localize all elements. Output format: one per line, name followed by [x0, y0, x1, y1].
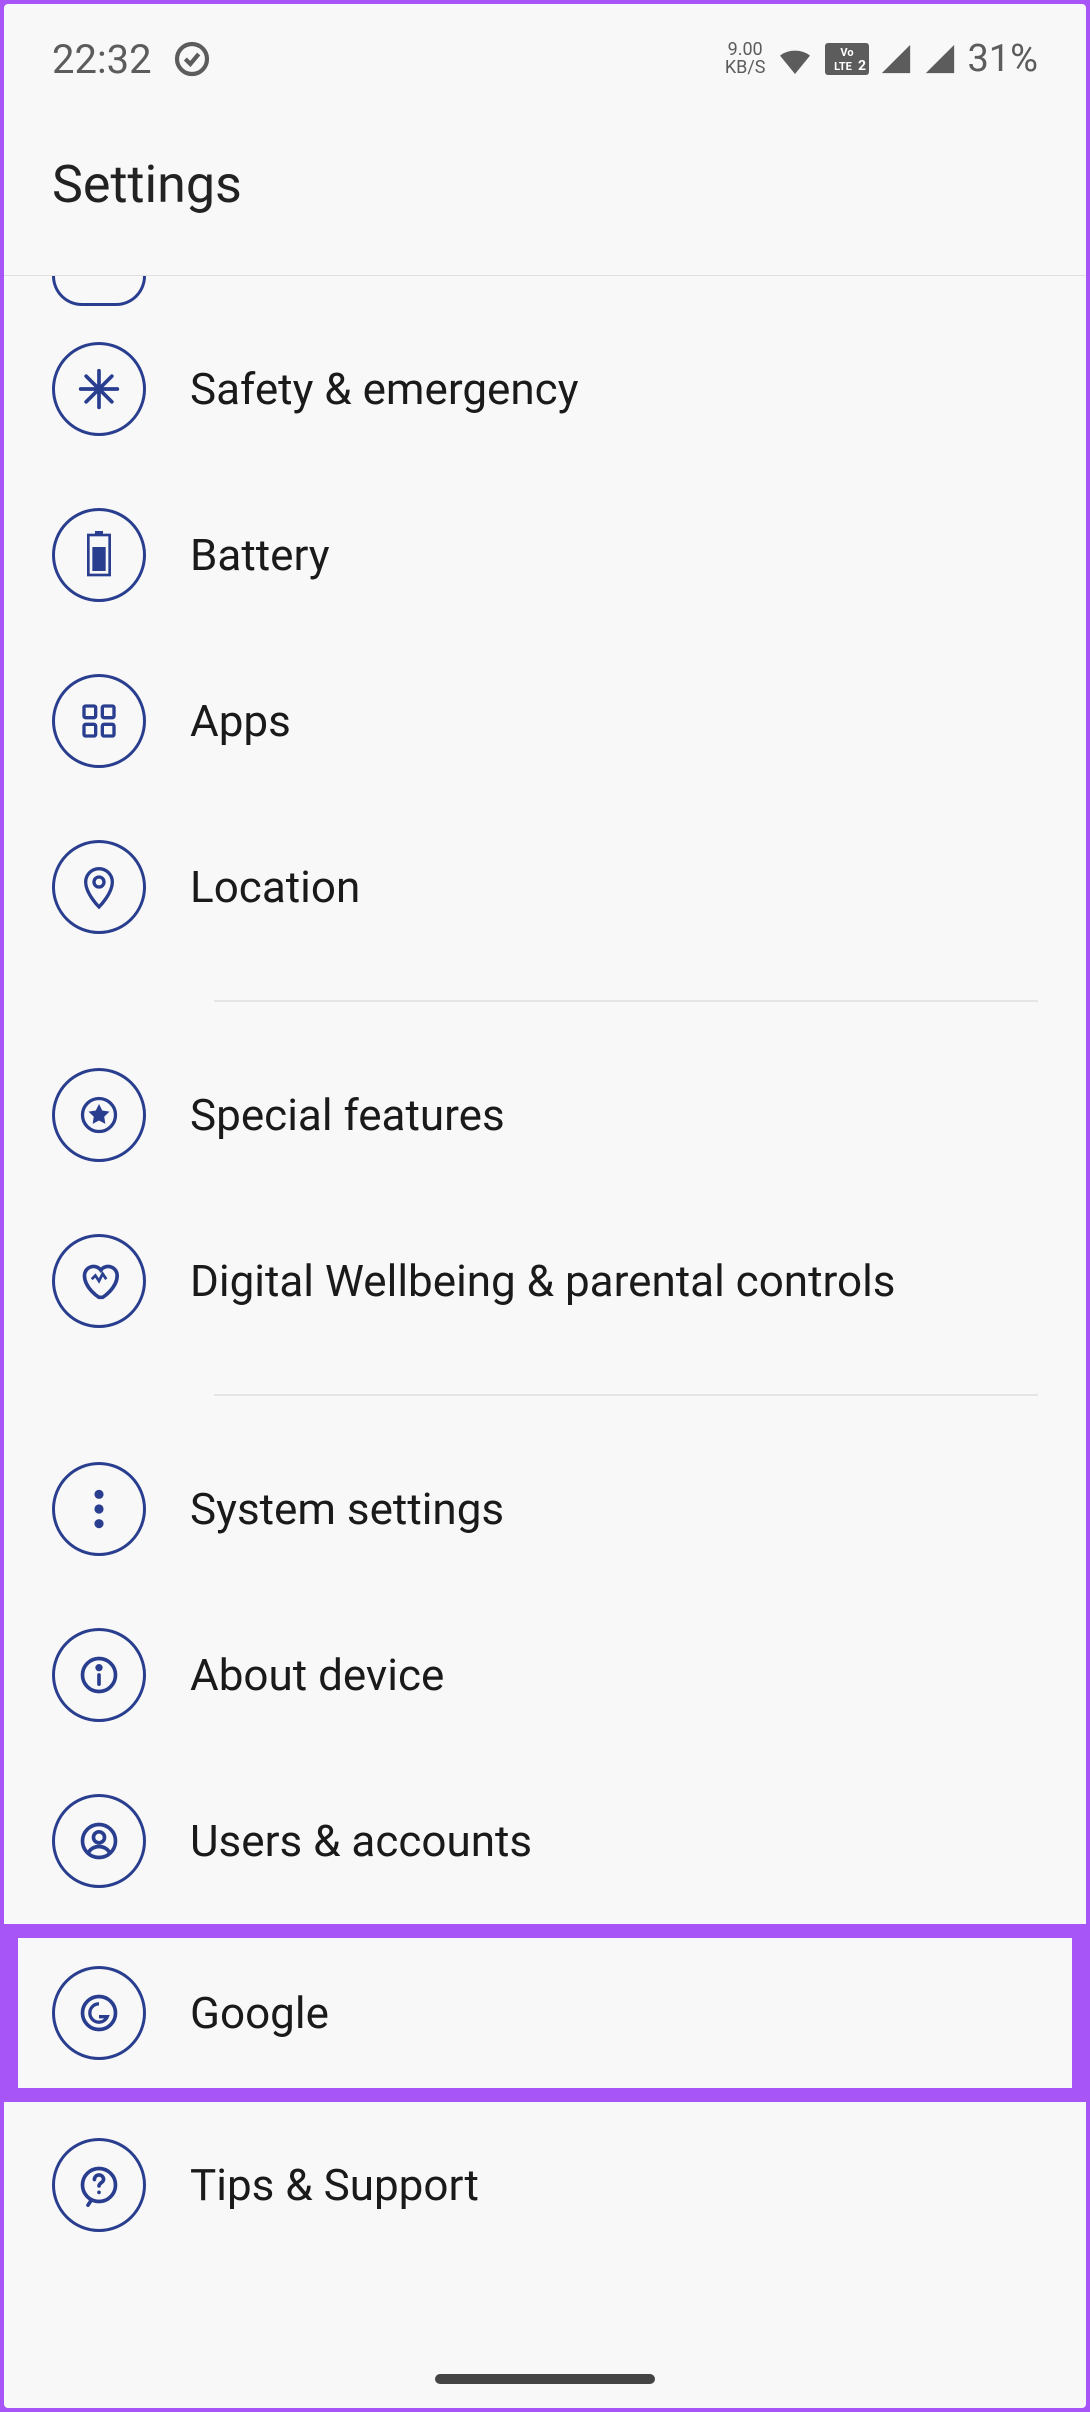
volte-icon: Vo LTE 2 — [825, 43, 869, 75]
page-header: Settings — [4, 114, 1086, 275]
settings-item-google[interactable]: Google — [4, 1924, 1086, 2102]
section-divider — [214, 1394, 1038, 1396]
settings-item-location[interactable]: Location — [4, 804, 1086, 970]
item-label: Users & accounts — [190, 1815, 532, 1867]
battery-icon — [52, 508, 146, 602]
page-title: Settings — [52, 154, 1038, 215]
section-divider — [214, 1000, 1038, 1002]
item-label: System settings — [190, 1483, 504, 1535]
item-label: About device — [190, 1649, 444, 1701]
signal-icon-1 — [879, 42, 913, 76]
item-label: Tips & Support — [190, 2159, 479, 2211]
settings-list: Safety & emergency Battery — [4, 276, 1086, 2408]
star-circle-icon — [52, 1068, 146, 1162]
signal-icon-2 — [923, 42, 957, 76]
svg-text:Vo: Vo — [841, 46, 854, 59]
settings-item-about-device[interactable]: About device — [4, 1592, 1086, 1758]
wifi-icon — [775, 39, 815, 79]
settings-item-users-accounts[interactable]: Users & accounts — [4, 1758, 1086, 1924]
item-label: Digital Wellbeing & parental controls — [190, 1255, 895, 1307]
svg-text:2: 2 — [858, 58, 866, 74]
battery-percent: 31% — [967, 37, 1038, 81]
svg-text:LTE: LTE — [835, 60, 853, 73]
heart-icon — [52, 1234, 146, 1328]
help-icon — [52, 2138, 146, 2232]
settings-item-special-features[interactable]: Special features — [4, 1032, 1086, 1198]
checkmark-circle-icon — [172, 39, 212, 79]
settings-item-tips-support[interactable]: Tips & Support — [4, 2102, 1086, 2268]
user-icon — [52, 1794, 146, 1888]
dots-vertical-icon — [52, 1462, 146, 1556]
medical-icon — [52, 342, 146, 436]
apps-icon — [52, 674, 146, 768]
item-label: Location — [190, 861, 360, 913]
status-time: 22:32 — [52, 36, 152, 83]
location-icon — [52, 840, 146, 934]
settings-item-system-settings[interactable]: System settings — [4, 1426, 1086, 1592]
data-speed: 9.00 KB/S — [725, 41, 766, 77]
navigation-handle[interactable] — [435, 2374, 655, 2384]
settings-item-digital-wellbeing[interactable]: Digital Wellbeing & parental controls — [4, 1198, 1086, 1364]
settings-item-apps[interactable]: Apps — [4, 638, 1086, 804]
item-label: Google — [190, 1987, 329, 2039]
settings-item-battery[interactable]: Battery — [4, 472, 1086, 638]
info-icon — [52, 1628, 146, 1722]
item-label: Special features — [190, 1089, 505, 1141]
item-label: Safety & emergency — [190, 363, 579, 415]
settings-item-safety-emergency[interactable]: Safety & emergency — [4, 306, 1086, 472]
status-bar: 22:32 9.00 KB/S Vo — [4, 4, 1086, 114]
google-icon — [52, 1966, 146, 2060]
partial-item[interactable] — [4, 276, 1086, 306]
item-label: Apps — [190, 695, 291, 747]
item-label: Battery — [190, 529, 330, 581]
